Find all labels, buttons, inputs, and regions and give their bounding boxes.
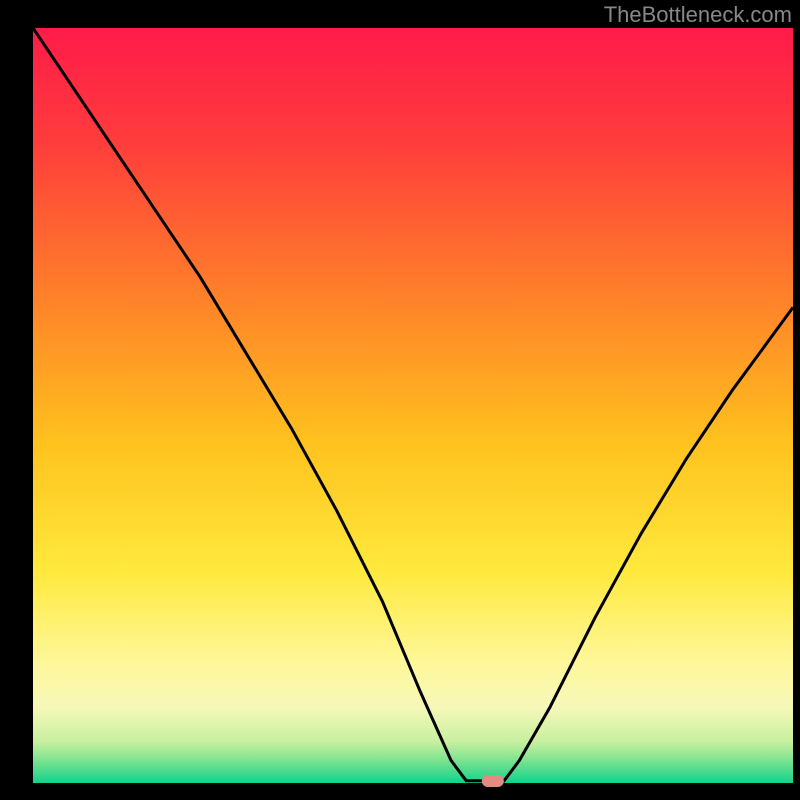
optimal-marker: [482, 775, 504, 787]
bottleneck-chart: [0, 0, 800, 800]
watermark-text: TheBottleneck.com: [604, 2, 792, 28]
plot-background: [33, 28, 793, 783]
chart-container: { "watermark": "TheBottleneck.com", "cha…: [0, 0, 800, 800]
